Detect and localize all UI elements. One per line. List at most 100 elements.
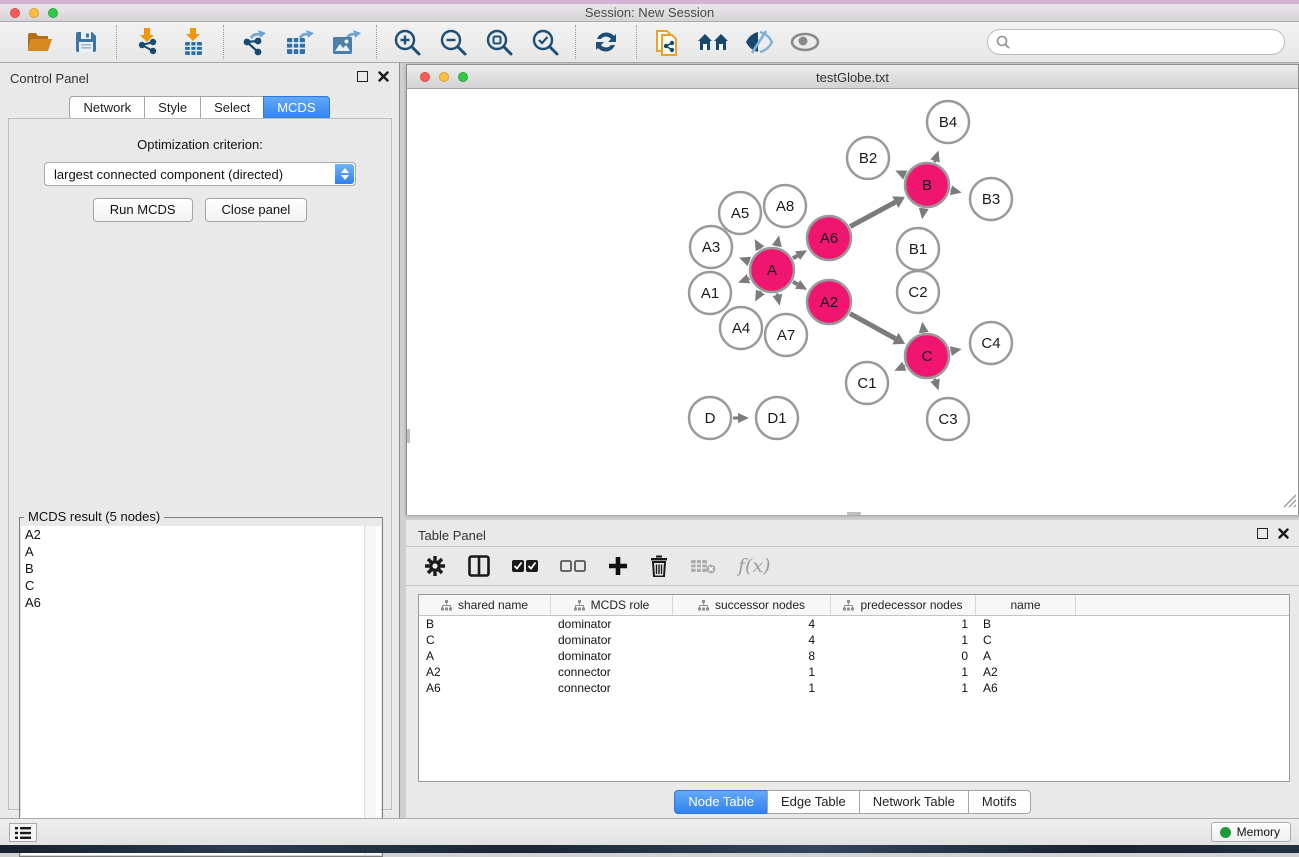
criterion-dropdown[interactable]: largest connected component (directed) [44,162,356,186]
refresh-icon[interactable] [590,26,622,58]
table-cell[interactable]: 4 [673,632,831,648]
first-neighbors-icon[interactable] [697,26,729,58]
table-row[interactable]: Cdominator41C [419,632,1289,648]
column-header-predecessor-nodes[interactable]: predecessor nodes [831,595,976,615]
vertical-scroll-stub[interactable] [407,429,410,443]
table-cell[interactable]: B [419,616,551,632]
close-panel-button[interactable]: Close panel [205,198,308,222]
table-cell[interactable]: A [419,648,551,664]
save-session-icon[interactable] [70,26,102,58]
select-all-icon[interactable] [512,559,538,573]
table-cell[interactable]: B [976,616,1076,632]
table-cell[interactable]: A [976,648,1076,664]
import-network-icon[interactable] [131,26,163,58]
import-table-icon[interactable] [177,26,209,58]
node-C2[interactable]: C2 [897,271,939,313]
column-view-icon[interactable] [468,555,490,577]
result-item[interactable]: C [21,577,381,594]
table-cell[interactable]: dominator [551,648,673,664]
table-cell[interactable]: dominator [551,632,673,648]
table-cell[interactable]: 0 [831,648,976,664]
deselect-all-icon[interactable] [560,559,586,573]
search-input[interactable] [987,29,1285,55]
tab-network-table[interactable]: Network Table [859,790,969,814]
new-network-from-selection-icon[interactable] [651,26,683,58]
export-table-icon[interactable] [284,26,316,58]
table-row[interactable]: Adominator80A [419,648,1289,664]
zoom-selected-icon[interactable] [529,26,561,58]
tab-select[interactable]: Select [200,96,264,120]
table-row[interactable]: A2connector11A2 [419,664,1289,680]
tab-node-table[interactable]: Node Table [674,790,768,814]
zoom-in-icon[interactable] [391,26,423,58]
edge-A2-C[interactable] [850,314,895,339]
mcds-result-list[interactable]: A2ABCA6 [21,526,381,855]
result-list-scrollbar[interactable] [364,526,376,855]
node-B1[interactable]: B1 [897,228,939,270]
horizontal-scroll-stub[interactable] [847,512,861,515]
node-D[interactable]: D [689,397,731,439]
node-C1[interactable]: C1 [846,362,888,404]
table-cell[interactable]: 1 [673,664,831,680]
close-table-panel-icon[interactable] [1278,528,1289,539]
table-cell[interactable]: C [419,632,551,648]
table-cell[interactable]: connector [551,664,673,680]
node-D1[interactable]: D1 [756,397,798,439]
tab-mcds[interactable]: MCDS [263,96,329,120]
table-cell[interactable]: 8 [673,648,831,664]
export-image-icon[interactable] [330,26,362,58]
run-mcds-button[interactable]: Run MCDS [93,198,193,222]
result-item[interactable]: A [21,543,381,560]
table-cell[interactable]: 1 [831,616,976,632]
task-history-icon[interactable] [9,823,37,842]
node-A8[interactable]: A8 [764,185,806,227]
node-A1[interactable]: A1 [689,272,731,314]
float-panel-icon[interactable] [357,71,368,82]
network-canvas[interactable]: B4B2BB3A5A8A6A3B1AA1C2A2A4A7C4CC1C3DD1 [407,89,1298,515]
zoom-out-icon[interactable] [437,26,469,58]
table-cell[interactable]: 1 [673,680,831,696]
node-C[interactable]: C [905,334,949,378]
table-row[interactable]: Bdominator41B [419,616,1289,632]
bird-eye-view-icon[interactable] [789,26,821,58]
column-header-successor-nodes[interactable]: successor nodes [673,595,831,615]
table-cell[interactable]: 4 [673,616,831,632]
table-row[interactable]: A6connector11A6 [419,680,1289,696]
table-cell[interactable]: 1 [831,664,976,680]
edge-A6-B[interactable] [850,202,895,226]
result-item[interactable]: B [21,560,381,577]
node-B3[interactable]: B3 [970,178,1012,220]
node-A6[interactable]: A6 [807,216,851,260]
node-C4[interactable]: C4 [970,322,1012,364]
table-cell[interactable]: 1 [831,632,976,648]
table-cell[interactable]: A2 [976,664,1076,680]
open-session-icon[interactable] [24,26,56,58]
node-B4[interactable]: B4 [927,101,969,143]
add-column-icon[interactable] [608,556,628,576]
tab-network[interactable]: Network [69,96,145,120]
node-A7[interactable]: A7 [765,314,807,356]
edge-A-A6[interactable] [793,256,798,259]
resize-grip-icon[interactable] [1281,492,1297,513]
float-table-panel-icon[interactable] [1257,528,1268,539]
node-A2[interactable]: A2 [807,280,851,324]
memory-button[interactable]: Memory [1211,822,1291,842]
table-cell[interactable]: C [976,632,1076,648]
export-network-icon[interactable] [238,26,270,58]
table-cell[interactable]: A2 [419,664,551,680]
result-item[interactable]: A2 [21,526,381,543]
edge-A-A2[interactable] [793,282,798,285]
node-C3[interactable]: C3 [927,398,969,440]
network-window-titlebar[interactable]: testGlobe.txt [407,65,1298,89]
node-A[interactable]: A [750,248,794,292]
column-header-MCDS-role[interactable]: MCDS role [551,595,673,615]
column-header-name[interactable]: name [976,595,1076,615]
node-B2[interactable]: B2 [847,137,889,179]
table-cell[interactable]: A6 [419,680,551,696]
delete-column-icon[interactable] [650,555,668,577]
table-cell[interactable]: A6 [976,680,1076,696]
node-A3[interactable]: A3 [690,226,732,268]
settings-icon[interactable] [424,555,446,577]
table-cell[interactable]: 1 [831,680,976,696]
zoom-fit-icon[interactable] [483,26,515,58]
